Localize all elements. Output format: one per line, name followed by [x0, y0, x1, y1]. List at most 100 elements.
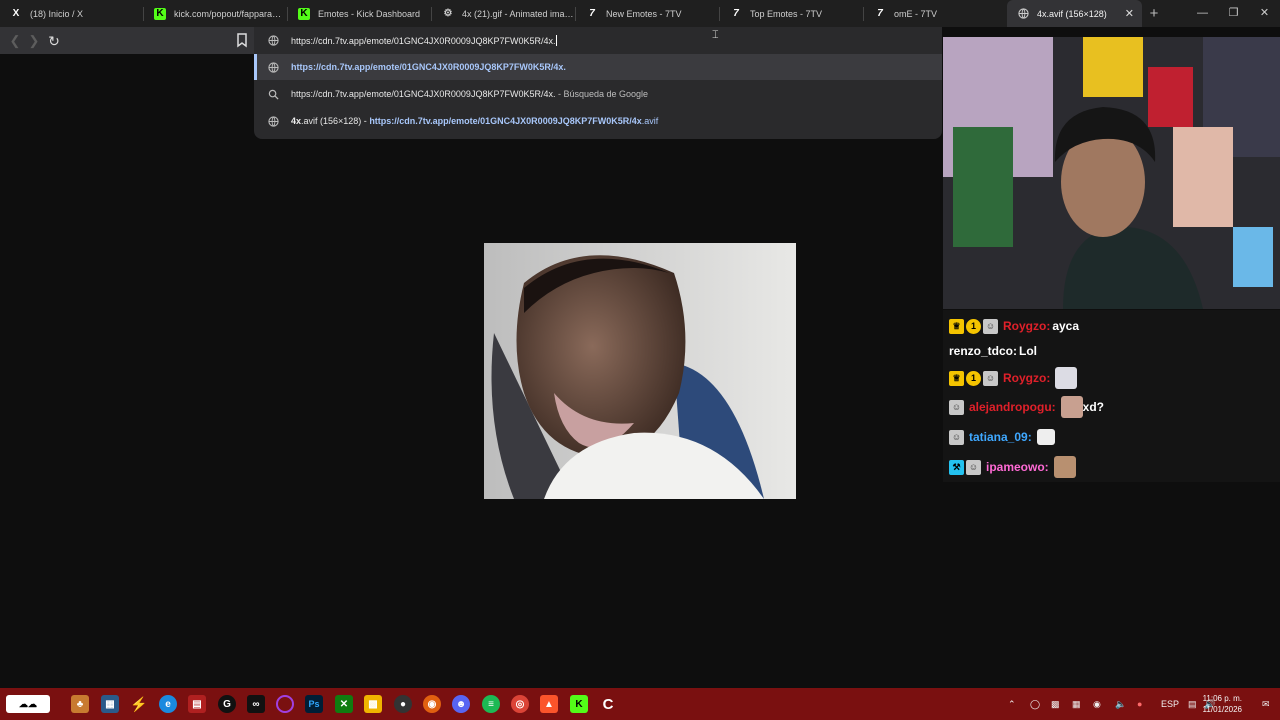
volume-icon[interactable]: 🔈 [1115, 688, 1126, 720]
tab-label: 4x (21).gif - Animated image c [462, 8, 575, 19]
steam-icon[interactable]: ◉ [1093, 688, 1101, 720]
clock-time: 11:06 p. m. [1202, 694, 1242, 703]
discord-icon[interactable]: ☻ [452, 695, 470, 713]
address-input[interactable]: https://cdn.7tv.app/emote/01GNC4JX0R0009… [291, 35, 558, 46]
chat-username: Roygzo: [1003, 319, 1051, 333]
kick-icon: K [154, 7, 166, 20]
bookmark-icon[interactable] [235, 32, 249, 48]
chat-username: ipameowo: [986, 460, 1049, 474]
app-icon-grid[interactable]: ▦ [101, 695, 119, 713]
chrome-icon[interactable]: ◎ [511, 695, 529, 713]
maximize-icon[interactable]: ❐ [1218, 0, 1249, 27]
chat-text: ayca [1052, 319, 1080, 333]
globe-icon [268, 116, 279, 127]
subscriber-badge-icon: ☺ [983, 318, 998, 334]
tray-icon-app[interactable]: ▩ [1051, 688, 1060, 720]
address-bar[interactable]: https://cdn.7tv.app/emote/01GNC4JX0R0009… [254, 27, 942, 54]
microphone-icon[interactable]: ● [1137, 688, 1142, 720]
minimize-icon[interactable]: — [1187, 0, 1218, 27]
tab-x[interactable]: X (18) Inicio / X [0, 0, 143, 27]
app-icon-paw[interactable]: ♣ [71, 695, 89, 713]
webcam-video [943, 37, 1280, 309]
spotify-icon[interactable]: ≡ [482, 695, 500, 713]
language-indicator[interactable]: ESP [1161, 688, 1179, 720]
firefox-icon[interactable]: ◉ [423, 695, 441, 713]
brave-icon[interactable]: ▲ [540, 695, 558, 713]
suggestion-title: .avif (156×128) - [301, 116, 370, 126]
tab-top-emotes[interactable]: 7 Top Emotes - 7TV [720, 0, 863, 27]
suggestion-item[interactable]: 4x.avif (156×128) - https://cdn.7tv.app/… [254, 108, 942, 134]
chat-username: alejandropogu: [969, 400, 1056, 414]
ring-app-icon[interactable] [276, 695, 294, 713]
chat-message: ♕ 1 ☺ Roygzo: ayca [949, 314, 1079, 338]
omnibox: https://cdn.7tv.app/emote/01GNC4JX0R0009… [254, 27, 942, 139]
suggestion-item[interactable]: https://cdn.7tv.app/emote/01GNC4JX0R0009… [254, 81, 942, 107]
xbox-icon[interactable]: ✕ [335, 695, 353, 713]
one-badge-icon: 1 [966, 370, 981, 386]
close-window-icon[interactable]: ✕ [1249, 0, 1280, 27]
kick-app-icon[interactable]: K [570, 695, 588, 713]
g-app-icon[interactable]: G [218, 695, 236, 713]
lightning-icon[interactable]: ⚡ [130, 695, 148, 713]
c-app-icon[interactable]: C [599, 695, 617, 713]
suggestion-query: https://cdn.7tv.app/emote/01GNC4JX0R0009… [291, 89, 556, 99]
back-icon[interactable]: ❮ [6, 32, 24, 50]
reload-icon[interactable]: ↻ [45, 32, 63, 50]
taskbar: ☁☁ ♣ ▦ ⚡ e ▤ G ∞ Ps ✕ ▩ ● ◉ ☻ ≡ ◎ ▲ K C … [0, 688, 1280, 720]
text-caret [556, 35, 558, 46]
tab-avif-active[interactable]: 4x.avif (156×128) ✕ [1007, 0, 1142, 27]
image-tool-icon: ⚙ [443, 8, 453, 19]
emote-icon [1053, 456, 1076, 478]
tab-label: kick.com/popout/fapparamoa [174, 8, 287, 19]
chat-username: renzo_tdco: [949, 344, 1018, 358]
forward-icon[interactable]: ❯ [25, 32, 43, 50]
suggestion-title-bold: 4x [291, 116, 302, 126]
edge-browser-icon[interactable]: e [159, 695, 177, 713]
emote-image [484, 243, 796, 499]
app-icon-red[interactable]: ▤ [188, 695, 206, 713]
subscriber-badge-icon: ☺ [949, 429, 964, 445]
tab-label: Top Emotes - 7TV [750, 8, 823, 19]
file-explorer-icon[interactable]: ▩ [364, 695, 382, 713]
notifications-icon[interactable]: ✉ [1262, 688, 1270, 720]
tab-gif-tool[interactable]: ⚙ 4x (21).gif - Animated image c [432, 0, 575, 27]
clock[interactable]: 11:06 p. m. 11/01/2026 [1203, 693, 1242, 715]
network-icon[interactable]: ▤ [1188, 688, 1197, 720]
tab-label: 4x.avif (156×128) [1037, 8, 1107, 19]
one-badge-icon: 1 [966, 318, 981, 334]
chat-message: renzo_tdco: Lol [949, 339, 1037, 363]
suggestion-link-tail: .avif [641, 116, 659, 126]
chat-message: ☺ alejandropogu: xd? [949, 395, 1104, 419]
tab-kick-emotes[interactable]: K Emotes - Kick Dashboard [288, 0, 431, 27]
tab-ome[interactable]: 7 omE - 7TV [864, 0, 1007, 27]
clock-date: 11/01/2026 [1202, 705, 1242, 714]
subscriber-badge-icon: ☺ [983, 370, 998, 386]
7tv-icon: 7 [733, 8, 739, 19]
chat-message: ☺ tatiana_09: [949, 425, 1055, 449]
pixel-art-start-icon[interactable]: ☁☁ [6, 695, 50, 713]
globe-icon [268, 62, 279, 73]
chat-message: ♕ 1 ☺ Roygzo: [949, 366, 1078, 390]
search-icon [268, 89, 279, 100]
globe-icon [1017, 8, 1029, 20]
emote-photo [484, 243, 796, 499]
obs-icon[interactable]: ● [394, 695, 412, 713]
screen: X (18) Inicio / X K kick.com/popout/fapp… [0, 0, 1280, 720]
chat-overlay: ♕ 1 ☺ Roygzo: ayca renzo_tdco: Lol ♕ 1 ☺… [943, 310, 1280, 482]
tray-icon-circle[interactable]: ◯ [1030, 688, 1040, 720]
chat-text: xd? [1082, 400, 1105, 414]
new-tab-button[interactable]: + [1142, 5, 1166, 22]
tray-chevron-icon[interactable]: ⌃ [1008, 688, 1016, 720]
tab-label: New Emotes - 7TV [606, 8, 682, 19]
suggestion-item[interactable]: https://cdn.7tv.app/emote/01GNC4JX0R0009… [254, 54, 942, 80]
photoshop-icon[interactable]: Ps [305, 695, 323, 713]
tab-new-emotes[interactable]: 7 New Emotes - 7TV [576, 0, 719, 27]
close-tab-icon[interactable]: ✕ [1125, 7, 1134, 20]
hammer-badge-icon: ⚒ [949, 459, 964, 475]
chat-text: Lol [1019, 344, 1038, 358]
capcut-icon[interactable]: ∞ [247, 695, 265, 713]
chat-username: Roygzo: [1003, 371, 1051, 385]
tab-kick-popout[interactable]: K kick.com/popout/fapparamoa [144, 0, 287, 27]
suggestion-link: https://cdn.7tv.app/emote/01GNC4JX0R0009… [369, 116, 642, 126]
tray-icon-flag[interactable]: ▦ [1072, 688, 1081, 720]
